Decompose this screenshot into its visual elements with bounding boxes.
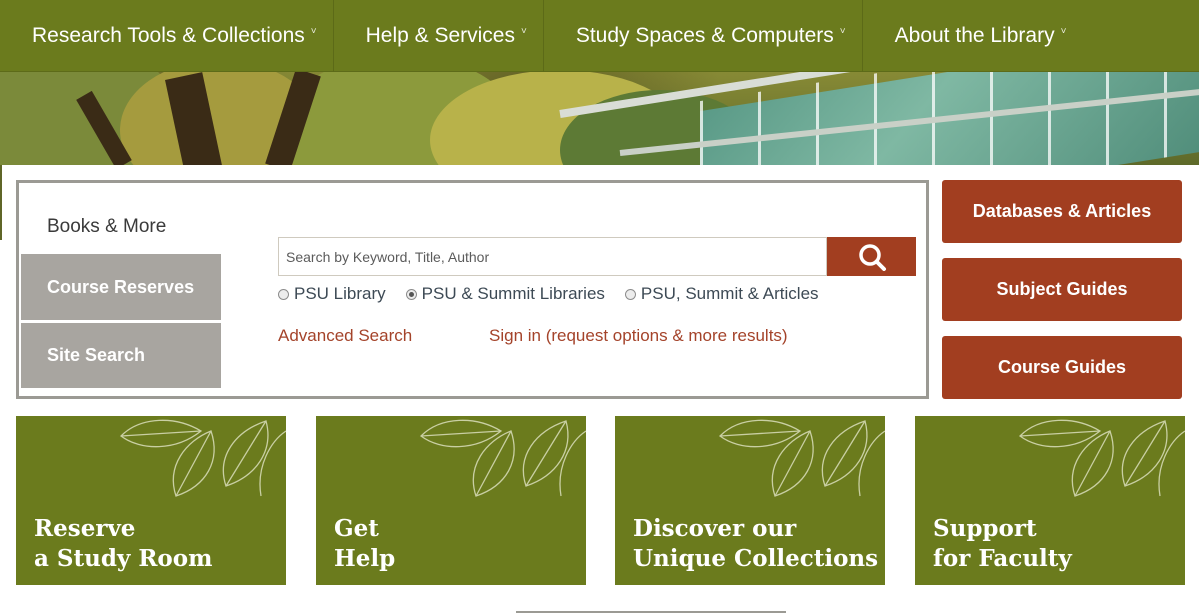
scope-psu-summit[interactable]: PSU & Summit Libraries — [405, 284, 605, 304]
tab-course-reserves[interactable]: Course Reserves — [21, 254, 221, 320]
tab-books-more[interactable]: Books & More — [21, 201, 221, 253]
nav-label: Study Spaces & Computers — [575, 23, 834, 47]
tile-line: Support — [933, 515, 1037, 542]
subject-guides-button[interactable]: Subject Guides — [942, 258, 1182, 321]
chevron-down-icon: ˅ — [310, 26, 317, 37]
nav-label: Research Tools & Collections — [32, 23, 305, 47]
nav-study-spaces[interactable]: Study Spaces & Computers ˅ — [544, 0, 863, 72]
scope-psu-summit-articles[interactable]: PSU, Summit & Articles — [624, 284, 819, 304]
tile-line: Unique Collections — [633, 545, 879, 572]
tile-title: Get Help — [334, 514, 395, 574]
leaves-icon — [719, 419, 885, 497]
radio-icon — [624, 288, 636, 300]
radio-icon — [278, 288, 289, 300]
leaves-icon — [1019, 419, 1185, 497]
leaves-icon — [420, 419, 586, 497]
search-panel: Books & More Course Reserves Site Search… — [16, 180, 929, 399]
nav-research-tools[interactable]: Research Tools & Collections ˅ — [0, 0, 334, 72]
scope-label: PSU & Summit Libraries — [421, 284, 605, 303]
sign-in-link[interactable]: Sign in (request options & more results) — [489, 326, 788, 346]
radio-selected-icon — [405, 288, 417, 300]
databases-articles-button[interactable]: Databases & Articles — [942, 180, 1182, 243]
decorative-divider — [0, 165, 2, 240]
tile-reserve-study-room[interactable]: Reserve a Study Room — [16, 416, 286, 585]
tile-support-faculty[interactable]: Support for Faculty — [915, 416, 1185, 585]
search-scope-group: PSU Library PSU & Summit Libraries PSU, … — [278, 284, 839, 304]
divider — [516, 611, 786, 613]
scope-psu-library[interactable]: PSU Library — [278, 284, 386, 304]
course-guides-button[interactable]: Course Guides — [942, 336, 1182, 399]
chevron-down-icon: ˅ — [839, 26, 846, 37]
nav-label: Help & Services — [365, 23, 515, 47]
nav-about-library[interactable]: About the Library ˅ — [863, 0, 1083, 72]
search-icon — [858, 243, 886, 271]
scope-label: PSU, Summit & Articles — [640, 284, 819, 303]
tile-title: Discover our Unique Collections — [633, 514, 878, 574]
tile-line: Get — [334, 515, 379, 542]
main-nav: Research Tools & Collections ˅ Help & Se… — [0, 0, 1199, 72]
leaves-icon — [120, 419, 286, 497]
chevron-down-icon: ˅ — [1060, 26, 1067, 37]
tile-title: Reserve a Study Room — [34, 514, 212, 574]
search-button[interactable] — [827, 237, 916, 276]
tile-line: for Faculty — [933, 545, 1072, 572]
tab-site-search[interactable]: Site Search — [21, 323, 221, 388]
tile-line: Help — [334, 545, 396, 572]
tile-line: Discover our — [633, 515, 797, 542]
nav-help-services[interactable]: Help & Services ˅ — [334, 0, 544, 72]
tile-unique-collections[interactable]: Discover our Unique Collections — [615, 416, 885, 585]
nav-label: About the Library — [894, 23, 1055, 47]
tile-line: Reserve — [34, 515, 136, 542]
tile-line: a Study Room — [34, 545, 213, 572]
tile-title: Support for Faculty — [933, 514, 1072, 574]
advanced-search-link[interactable]: Advanced Search — [278, 326, 412, 346]
scope-label: PSU Library — [294, 284, 386, 303]
search-input[interactable] — [278, 237, 827, 276]
tile-get-help[interactable]: Get Help — [316, 416, 586, 585]
chevron-down-icon: ˅ — [520, 26, 527, 37]
